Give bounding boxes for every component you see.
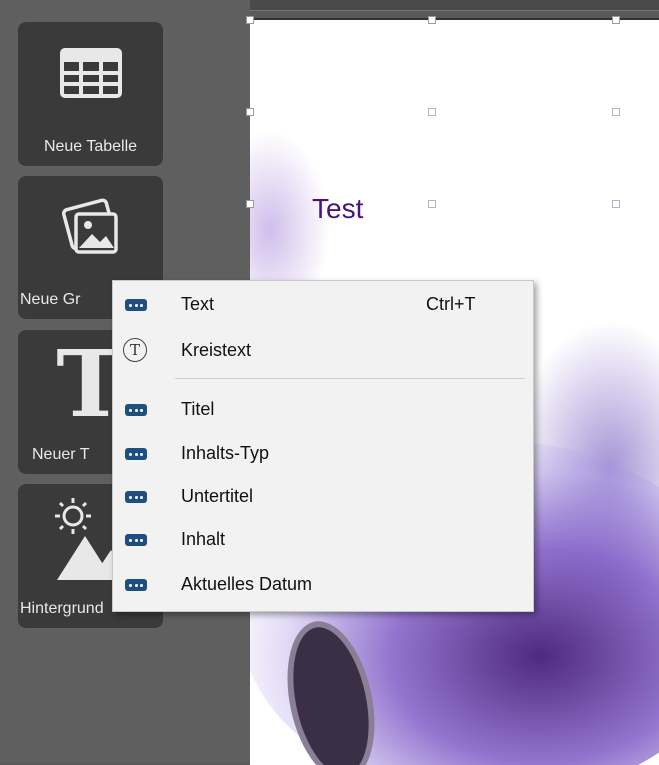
insert-text-context-menu: Text Ctrl+T T Kreistext Titel Inhalts-Ty… (112, 280, 534, 612)
slide-text-box[interactable]: Test (312, 193, 363, 225)
menu-item-text[interactable]: Text Ctrl+T (113, 290, 533, 320)
menu-item-label: Aktuelles Datum (181, 574, 313, 594)
placeholder-icon (125, 448, 147, 460)
menu-item-aktuelles-datum[interactable]: Aktuelles Datum (113, 570, 533, 600)
selection-handle[interactable] (246, 200, 254, 208)
menu-item-label: Inhalt (181, 529, 226, 549)
selection-handle[interactable] (428, 16, 436, 24)
new-table-label: Neue Tabelle (43, 138, 138, 155)
menu-item-label: Titel (181, 399, 215, 419)
selection-handle[interactable] (246, 16, 254, 24)
placeholder-icon (125, 404, 147, 416)
new-table-button[interactable]: Neue Tabelle (18, 22, 163, 166)
selection-handle[interactable] (428, 108, 436, 116)
image-icon (61, 198, 118, 254)
menu-item-kreistext[interactable]: T Kreistext (113, 336, 533, 366)
table-icon (59, 48, 122, 98)
selection-handle[interactable] (612, 200, 620, 208)
menu-item-label: Untertitel (181, 486, 254, 506)
selection-handle[interactable] (246, 108, 254, 116)
menu-item-label: Inhalts-Typ (181, 443, 270, 463)
menu-item-label: Kreistext (181, 340, 252, 360)
menu-item-inhalt[interactable]: Inhalt (113, 525, 533, 555)
placeholder-icon (125, 299, 147, 311)
selection-handle[interactable] (428, 200, 436, 208)
circle-text-icon: T (123, 338, 147, 362)
placeholder-icon (125, 491, 147, 503)
menu-item-inhalts-typ[interactable]: Inhalts-Typ (113, 439, 533, 469)
menu-item-untertitel[interactable]: Untertitel (113, 482, 533, 512)
menu-item-shortcut: Ctrl+T (426, 294, 476, 314)
menu-separator (175, 378, 525, 379)
placeholder-icon (125, 579, 147, 591)
menu-item-label: Text (181, 294, 215, 314)
selection-handle[interactable] (612, 108, 620, 116)
selection-handle[interactable] (612, 16, 620, 24)
menu-item-titel[interactable]: Titel (113, 395, 533, 425)
placeholder-icon (125, 534, 147, 546)
